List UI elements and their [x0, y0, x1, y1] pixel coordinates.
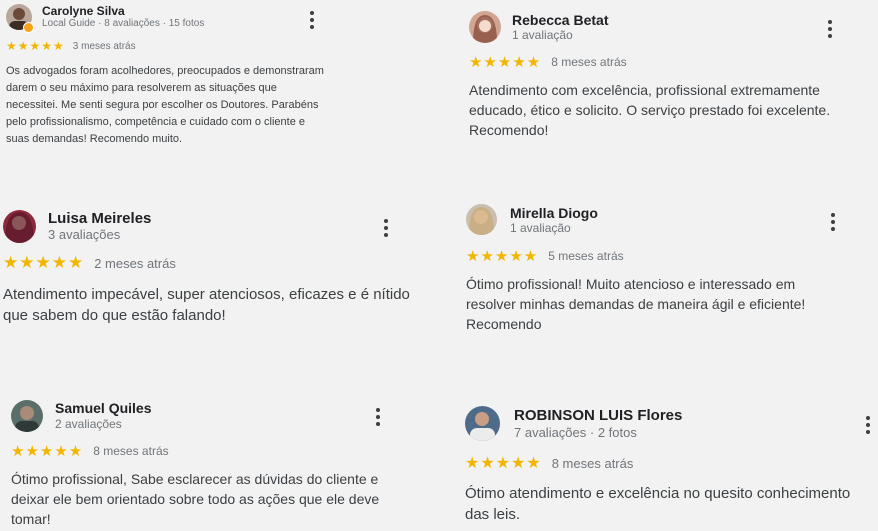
review-date: 8 meses atrás [551, 55, 627, 69]
reviewer-name[interactable]: Samuel Quiles [55, 400, 151, 416]
avatar[interactable] [3, 210, 36, 243]
review-card: Mirella Diogo 1 avaliação ★★★★★ 5 meses … [460, 195, 878, 370]
reviewer-meta: 1 avaliação [512, 28, 573, 42]
star-rating-icon: ★★★★★ [3, 253, 85, 272]
more-options-icon[interactable] [825, 20, 835, 38]
more-options-icon[interactable] [828, 213, 838, 231]
review-text: Ótimo atendimento e excelência no quesit… [465, 485, 851, 523]
reviewer-meta: 1 avaliação [510, 221, 571, 235]
star-rating-icon: ★★★★★ [465, 455, 542, 472]
more-options-icon[interactable] [381, 219, 391, 237]
star-rating-icon: ★★★★★ [469, 54, 542, 71]
rating-row: ★★★★★ 3 meses atrás [6, 39, 136, 53]
avatar[interactable] [469, 11, 501, 43]
rating-row: ★★★★★ 8 meses atrás [465, 453, 633, 473]
review-text: Atendimento com excelência, profissional… [469, 82, 831, 138]
avatar[interactable] [465, 406, 500, 441]
review-card: Rebecca Betat 1 avaliação ★★★★★ 8 meses … [460, 0, 878, 180]
more-options-icon[interactable] [373, 408, 383, 426]
review-text: Os advogados foram acolhedores, preocupa… [6, 65, 324, 145]
reviewer-name[interactable]: Carolyne Silva [42, 4, 125, 18]
reviewer-meta: Local Guide · 8 avaliações · 15 fotos [42, 18, 205, 29]
local-guide-badge-icon [23, 22, 34, 33]
star-rating-icon: ★★★★★ [466, 248, 539, 265]
review-card: Luisa Meireles 3 avaliações ★★★★★ 2 mese… [0, 200, 420, 370]
more-options-icon[interactable] [307, 11, 317, 29]
review-card: Carolyne Silva Local Guide · 8 avaliaçõe… [0, 0, 420, 180]
review-date: 8 meses atrás [93, 444, 169, 458]
reviewer-name[interactable]: Luisa Meireles [48, 210, 151, 227]
reviewer-name[interactable]: ROBINSON LUIS Flores [514, 407, 682, 424]
review-text: Ótimo profissional! Muito atencioso e in… [466, 276, 806, 332]
rating-row: ★★★★★ 2 meses atrás [3, 253, 176, 273]
review-card: ROBINSON LUIS Flores 7 avaliações · 2 fo… [460, 395, 878, 531]
rating-row: ★★★★★ 8 meses atrás [469, 53, 627, 71]
star-rating-icon: ★★★★★ [6, 39, 65, 53]
review-date: 8 meses atrás [551, 455, 634, 471]
review-date: 2 meses atrás [94, 255, 176, 271]
reviewer-meta: 7 avaliações · 2 fotos [514, 425, 637, 440]
avatar[interactable] [466, 204, 497, 235]
star-rating-icon: ★★★★★ [11, 443, 84, 460]
review-card: Samuel Quiles 2 avaliações ★★★★★ 8 meses… [0, 390, 420, 531]
reviewer-name[interactable]: Rebecca Betat [512, 12, 609, 28]
reviewer-name[interactable]: Mirella Diogo [510, 205, 598, 221]
rating-row: ★★★★★ 5 meses atrás [466, 247, 624, 265]
review-date: 5 meses atrás [548, 249, 624, 263]
review-text: Ótimo profissional, Sabe esclarecer as d… [11, 471, 380, 527]
avatar[interactable] [11, 400, 43, 432]
review-text: Atendimento impecável, super atenciosos,… [3, 286, 410, 324]
reviewer-meta: 3 avaliações [48, 227, 121, 242]
review-date: 3 meses atrás [72, 40, 136, 52]
reviewer-meta: 2 avaliações [55, 417, 122, 431]
more-options-icon[interactable] [863, 416, 873, 434]
rating-row: ★★★★★ 8 meses atrás [11, 442, 169, 460]
